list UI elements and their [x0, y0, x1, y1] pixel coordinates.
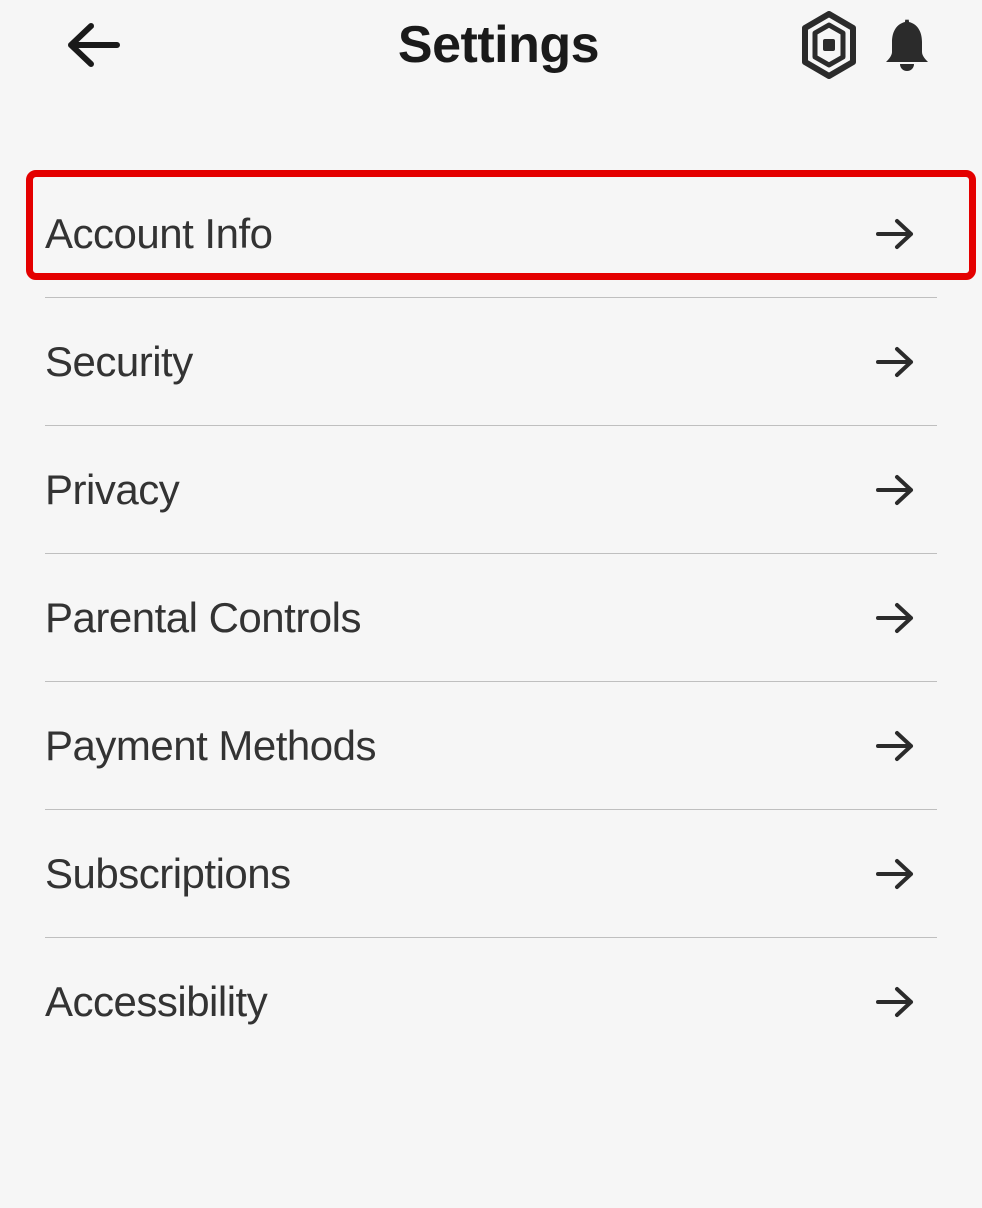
- chevron-right-icon: [875, 985, 915, 1019]
- notifications-button[interactable]: [882, 16, 932, 74]
- chevron-right-icon: [875, 857, 915, 891]
- header-left: [65, 20, 185, 70]
- chevron-right-icon: [875, 473, 915, 507]
- settings-menu: Account Info Security Privacy Parental C…: [0, 90, 982, 1066]
- menu-item-subscriptions[interactable]: Subscriptions: [45, 810, 937, 938]
- header-right: [812, 11, 932, 79]
- menu-item-label: Security: [45, 338, 193, 386]
- menu-item-label: Subscriptions: [45, 850, 291, 898]
- arrow-left-icon: [65, 20, 123, 70]
- back-button[interactable]: [65, 20, 123, 70]
- menu-item-label: Payment Methods: [45, 722, 376, 770]
- menu-item-privacy[interactable]: Privacy: [45, 426, 937, 554]
- menu-item-label: Accessibility: [45, 978, 267, 1026]
- chevron-right-icon: [875, 601, 915, 635]
- robux-button[interactable]: [798, 11, 860, 79]
- menu-item-label: Account Info: [45, 210, 272, 258]
- chevron-right-icon: [875, 345, 915, 379]
- page-title: Settings: [185, 15, 812, 75]
- header: Settings: [0, 0, 982, 90]
- menu-item-label: Privacy: [45, 466, 179, 514]
- robux-icon: [798, 11, 860, 79]
- bell-icon: [882, 16, 932, 74]
- menu-item-accessibility[interactable]: Accessibility: [45, 938, 937, 1066]
- menu-item-security[interactable]: Security: [45, 298, 937, 426]
- menu-item-account-info[interactable]: Account Info: [45, 170, 937, 298]
- menu-item-parental-controls[interactable]: Parental Controls: [45, 554, 937, 682]
- menu-item-payment-methods[interactable]: Payment Methods: [45, 682, 937, 810]
- header-center: Settings: [185, 15, 812, 75]
- chevron-right-icon: [875, 217, 915, 251]
- menu-item-label: Parental Controls: [45, 594, 361, 642]
- chevron-right-icon: [875, 729, 915, 763]
